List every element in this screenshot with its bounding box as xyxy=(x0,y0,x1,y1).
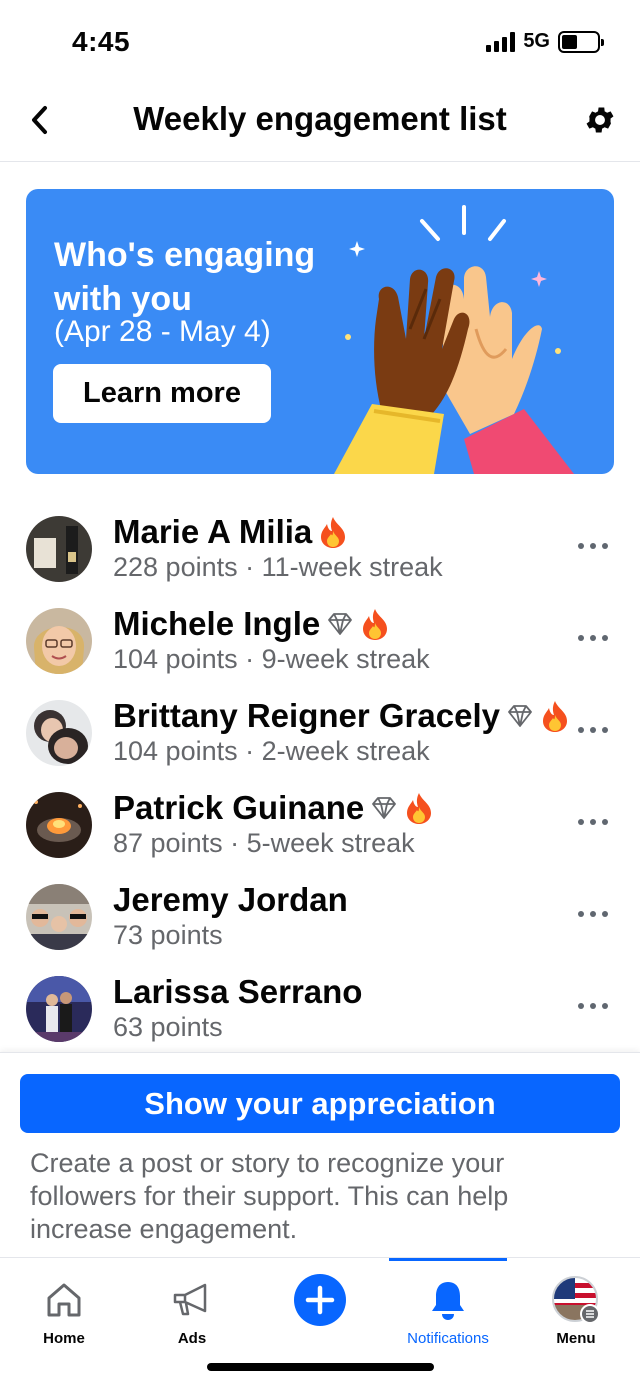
avatar-menu-icon xyxy=(552,1276,600,1324)
more-options-button[interactable] xyxy=(578,718,608,742)
list-item-name: Patrick Guinane xyxy=(113,789,434,827)
tab-label: Menu xyxy=(556,1330,596,1347)
fire-icon xyxy=(360,607,390,641)
tab-ads[interactable]: Ads xyxy=(128,1258,256,1348)
settings-button[interactable] xyxy=(580,100,620,140)
high-five-illustration xyxy=(334,205,574,474)
tab-label: Home xyxy=(43,1330,85,1347)
user-name: Larissa Serrano xyxy=(113,973,363,1010)
avatar[interactable] xyxy=(26,884,92,950)
avatar[interactable] xyxy=(26,792,92,858)
tab-label: Ads xyxy=(177,1330,207,1347)
network-label: 5G xyxy=(523,30,550,52)
list-item-points: 63 points xyxy=(113,1012,223,1042)
list-item-points: 228 points · 11-week streak xyxy=(113,552,443,582)
list-item[interactable]: Jeremy Jordan 73 points xyxy=(0,868,640,960)
bell-icon xyxy=(432,1282,464,1320)
more-options-button[interactable] xyxy=(578,994,608,1018)
tab-create[interactable] xyxy=(256,1258,384,1348)
user-name: Patrick Guinane xyxy=(113,789,365,826)
list-item[interactable]: Marie A Milia 228 points · 11-week strea… xyxy=(0,500,640,592)
list-item-name: Marie A Milia xyxy=(113,513,348,551)
page-title: Weekly engagement list xyxy=(133,100,507,137)
status-time: 4:45 xyxy=(72,26,131,57)
user-name: Michele Ingle xyxy=(113,605,321,642)
battery-icon xyxy=(558,30,604,53)
more-options-button[interactable] xyxy=(578,534,608,558)
tab-menu[interactable]: Menu xyxy=(512,1258,640,1348)
gear-icon xyxy=(586,107,614,133)
home-icon xyxy=(47,1283,81,1317)
status-indicators: 5G xyxy=(486,30,604,53)
diamond-icon xyxy=(326,612,354,636)
list-item-name: Larissa Serrano xyxy=(113,973,362,1011)
user-name: Brittany Reigner Gracely xyxy=(113,697,500,734)
status-bar: 4:45 5G xyxy=(0,0,640,80)
user-name: Jeremy Jordan xyxy=(113,881,348,918)
list-item-name: Jeremy Jordan xyxy=(113,881,348,919)
plus-icon xyxy=(294,1274,346,1326)
list-item-name: Michele Ingle xyxy=(113,605,390,643)
engagement-banner: Who's engaging with you (Apr 28 - May 4)… xyxy=(26,189,614,474)
tab-notifications[interactable]: Notifications xyxy=(384,1258,512,1348)
diamond-icon xyxy=(506,704,534,728)
list-item-points: 104 points · 2-week streak xyxy=(113,736,430,766)
avatar[interactable] xyxy=(26,976,92,1042)
more-options-button[interactable] xyxy=(578,902,608,926)
megaphone-icon xyxy=(173,1283,207,1316)
diamond-icon xyxy=(370,796,398,820)
avatar[interactable] xyxy=(26,608,92,674)
fire-icon xyxy=(540,699,570,733)
more-options-button[interactable] xyxy=(578,810,608,834)
list-item-points: 104 points · 9-week streak xyxy=(113,644,430,674)
list-item[interactable]: Brittany Reigner Gracely 104 points · 2-… xyxy=(0,684,640,776)
list-item-points: 73 points xyxy=(113,920,223,950)
user-name: Marie A Milia xyxy=(113,513,313,550)
list-item[interactable]: Patrick Guinane 87 points · 5-week strea… xyxy=(0,776,640,868)
learn-more-button[interactable]: Learn more xyxy=(53,364,271,423)
fire-icon xyxy=(404,791,434,825)
list-item-name: Brittany Reigner Gracely xyxy=(113,697,570,735)
engagement-list: Marie A Milia 228 points · 11-week strea… xyxy=(0,500,640,1052)
list-item-points: 87 points · 5-week streak xyxy=(113,828,415,858)
show-appreciation-button[interactable]: Show your appreciation xyxy=(20,1074,620,1133)
avatar[interactable] xyxy=(26,516,92,582)
more-options-button[interactable] xyxy=(578,626,608,650)
signal-icon xyxy=(486,31,516,52)
bottom-tab-bar: Home Ads Notifications Menu xyxy=(0,1257,640,1385)
header: Weekly engagement list xyxy=(0,80,640,162)
tab-label: Notifications xyxy=(407,1330,489,1347)
appreciation-description: Create a post or story to recognize your… xyxy=(30,1148,509,1244)
banner-date-range: (Apr 28 - May 4) xyxy=(54,315,271,348)
list-item[interactable]: Michele Ingle 104 points · 9-week streak xyxy=(0,592,640,684)
fire-icon xyxy=(318,515,348,549)
home-indicator xyxy=(207,1363,434,1371)
appreciation-panel: Show your appreciation Create a post or … xyxy=(0,1052,640,1257)
list-item[interactable]: Larissa Serrano 63 points xyxy=(0,960,640,1052)
avatar[interactable] xyxy=(26,700,92,766)
tab-home[interactable]: Home xyxy=(0,1258,128,1348)
